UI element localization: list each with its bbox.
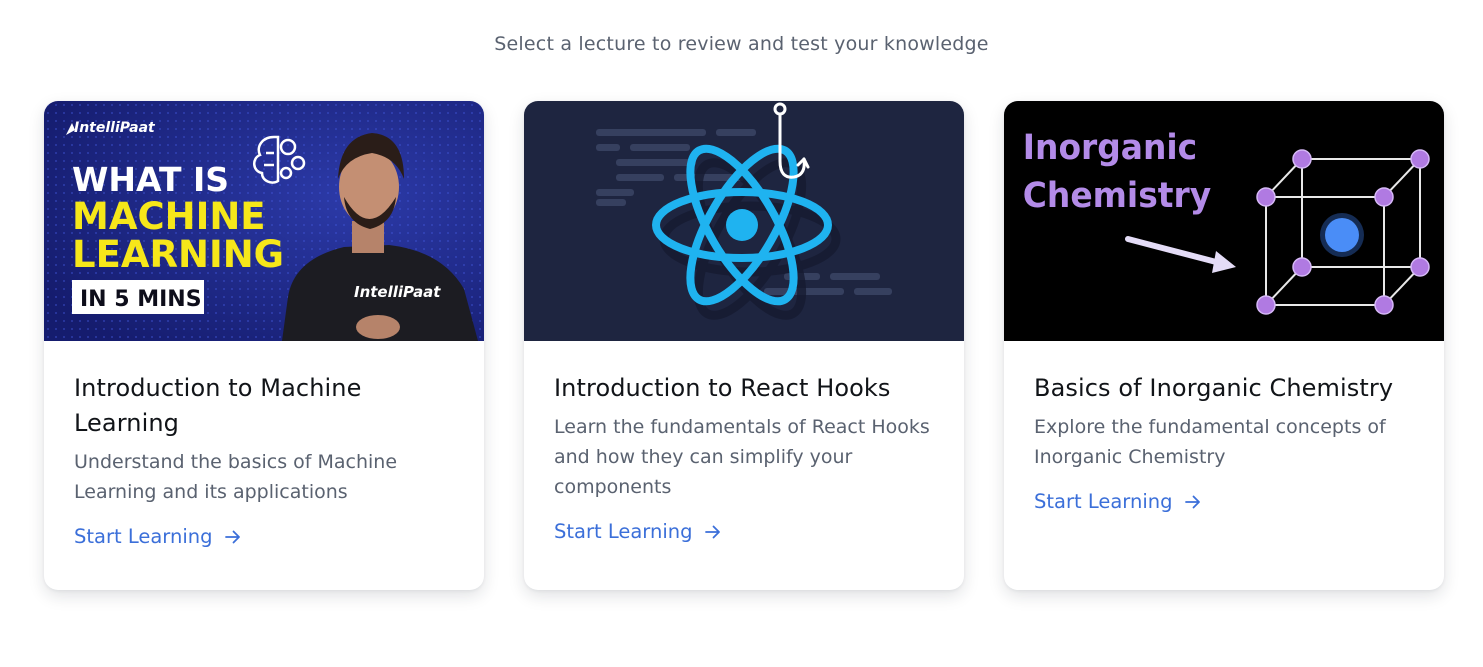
card-title: Basics of Inorganic Chemistry [1034, 374, 1394, 402]
page-subtitle: Select a lecture to review and test your… [494, 33, 989, 55]
lecture-selection-page: Select a lecture to review and test your… [0, 0, 1483, 667]
start-learning-label: Start Learning [1034, 490, 1173, 513]
lecture-card-react-hooks[interactable]: Introduction to React Hooks Learn the fu… [524, 101, 964, 590]
arrow-right-icon [224, 530, 240, 543]
arrow-right-icon [704, 525, 720, 538]
thumb-line-machine: MACHINE [72, 195, 266, 238]
start-learning-link[interactable]: Start Learning [554, 520, 721, 543]
card-title: Introduction to React Hooks [554, 374, 891, 402]
card-description: Understand the basics of Machine Learnin… [74, 451, 398, 503]
start-learning-link[interactable]: Start Learning [1034, 490, 1201, 513]
card-title: Introduction to Machine Learning [74, 374, 362, 437]
svg-text:IntelliPaat: IntelliPaat [74, 120, 156, 136]
card-description: Explore the fundamental concepts of Inor… [1034, 416, 1386, 468]
react-hooks-thumbnail[interactable] [524, 101, 964, 341]
thumb-line-learning: LEARNING [72, 233, 284, 276]
thumb-line-inorganic: Inorganic [1023, 127, 1197, 168]
svg-text:IntelliPaat: IntelliPaat [354, 283, 441, 301]
machine-learning-thumbnail[interactable]: IntelliPaat WHAT IS MACHINE LEARNING IN … [44, 101, 484, 341]
thumb-line-what-is: WHAT IS [72, 160, 229, 199]
thumb-line-chemistry: Chemistry [1023, 175, 1211, 216]
start-learning-label: Start Learning [554, 520, 693, 543]
arrow-right-icon [1184, 495, 1200, 508]
start-learning-label: Start Learning [74, 525, 213, 548]
lecture-card-inorganic-chemistry[interactable]: Inorganic Chemistry Basics of Inorganic … [1004, 101, 1444, 590]
inorganic-chemistry-thumbnail[interactable]: Inorganic Chemistry [1004, 101, 1444, 341]
lecture-card-machine-learning[interactable]: IntelliPaat WHAT IS MACHINE LEARNING IN … [44, 101, 484, 590]
card-description: Learn the fundamentals of React Hooks an… [554, 416, 930, 498]
start-learning-link[interactable]: Start Learning [74, 525, 241, 548]
thumb-badge-text: IN 5 MINS [80, 287, 202, 312]
intellipaat-logo: IntelliPaat [66, 120, 156, 136]
